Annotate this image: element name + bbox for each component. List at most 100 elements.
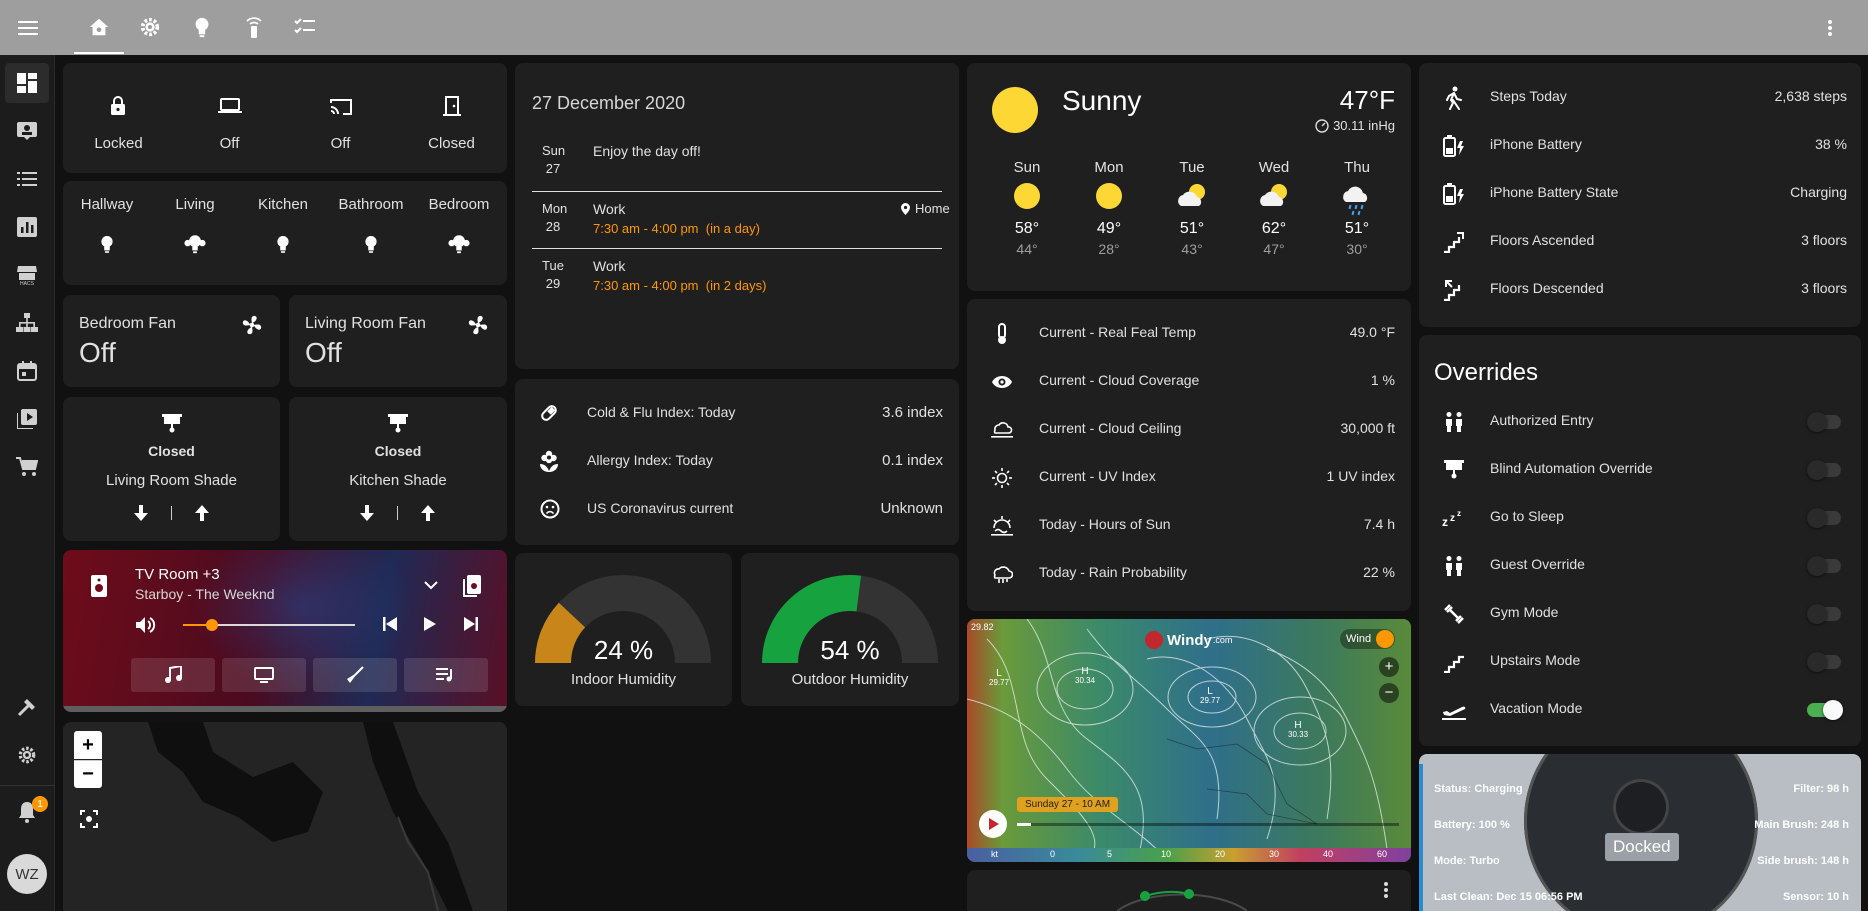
humidity-value: 24 %: [593, 635, 654, 665]
override-toggle[interactable]: [1807, 508, 1841, 528]
light-living[interactable]: Living: [151, 181, 239, 285]
sidebar-item-network[interactable]: [5, 303, 49, 343]
windy-zoom-in[interactable]: +: [1379, 657, 1399, 677]
arrow-up-button[interactable]: [195, 505, 209, 521]
sidebar-item-settings[interactable]: [5, 735, 49, 775]
laptop-icon: [218, 98, 242, 113]
tab-lights[interactable]: [188, 13, 216, 41]
sidebar-item-notifications[interactable]: 1: [5, 792, 49, 832]
status-tile-door[interactable]: Closed: [396, 63, 507, 173]
windy-zoom-out[interactable]: −: [1379, 683, 1399, 703]
index-row[interactable]: Cold & Flu Index: Today 3.6 index: [515, 393, 959, 433]
focus-icon[interactable]: [80, 810, 98, 828]
pressure-type: L: [1207, 686, 1213, 697]
condition-row[interactable]: Current - UV Index 1 UV index: [967, 457, 1411, 497]
override-toggle[interactable]: [1807, 652, 1841, 672]
override-row: Authorized Entry: [1419, 401, 1861, 441]
condition-row[interactable]: Current - Real Feal Temp 49.0 °F: [967, 313, 1411, 353]
entry-day: 27: [545, 161, 561, 176]
skip-next-icon[interactable]: [464, 617, 478, 631]
chevron-down-icon[interactable]: [424, 580, 438, 590]
vacuum-card[interactable]: Status: Charging Battery: 100 % Mode: Tu…: [1419, 754, 1861, 911]
stat-row[interactable]: Floors Descended 3 floors: [1419, 269, 1861, 309]
more-vert-icon[interactable]: [1383, 881, 1389, 899]
override-toggle[interactable]: [1807, 604, 1841, 624]
stat-row[interactable]: iPhone Battery 38 %: [1419, 125, 1861, 165]
override-toggle[interactable]: [1807, 700, 1843, 720]
source-broom-button[interactable]: [313, 658, 397, 692]
fan-icon: [468, 315, 488, 335]
tab-home[interactable]: [85, 13, 113, 41]
windy-brand: Windy: [1167, 631, 1212, 649]
tab-settings[interactable]: [136, 13, 164, 41]
sidebar-item-logbook[interactable]: [5, 159, 49, 199]
map-card[interactable]: + −: [63, 722, 507, 911]
arrow-down-button[interactable]: [360, 505, 374, 521]
light-bedroom[interactable]: Bedroom: [415, 181, 503, 285]
source-music-button[interactable]: [131, 658, 215, 692]
zoom-in-button[interactable]: +: [74, 731, 102, 759]
sidebar-divider: [0, 785, 55, 786]
arrow-down-button[interactable]: [134, 505, 148, 521]
condition-row[interactable]: Current - Cloud Coverage 1 %: [967, 361, 1411, 401]
windy-play-button[interactable]: [979, 810, 1007, 838]
stat-row[interactable]: iPhone Battery State Charging: [1419, 173, 1861, 213]
indoor-humidity-card[interactable]: 24 % Indoor Humidity: [515, 553, 732, 706]
zoom-out-button[interactable]: −: [74, 760, 102, 788]
source-playlist-button[interactable]: [404, 658, 488, 692]
tab-remote[interactable]: [240, 13, 268, 41]
source-tv-button[interactable]: [222, 658, 306, 692]
sidebar-item-history[interactable]: [5, 207, 49, 247]
sidebar-item-profile[interactable]: [5, 111, 49, 151]
sidebar-item-overview[interactable]: [5, 63, 49, 103]
svg-text:z: z: [1457, 509, 1461, 518]
sidebar-item-shopping[interactable]: [5, 447, 49, 487]
pressure-label: L 29.77: [1200, 686, 1220, 706]
stat-row[interactable]: Steps Today 2,638 steps: [1419, 77, 1861, 117]
play-icon[interactable]: [424, 617, 436, 631]
sidebar-item-developer-tools[interactable]: [5, 687, 49, 727]
fan-card-living-room[interactable]: Living Room Fan Off: [289, 295, 507, 387]
calendar-entry[interactable]: Sun 27 Enjoy the day off!: [532, 143, 959, 191]
sidebar-item-hacs[interactable]: HACS: [5, 255, 49, 295]
volume-icon[interactable]: [136, 616, 156, 634]
override-toggle[interactable]: [1807, 412, 1841, 432]
avatar[interactable]: WZ: [7, 854, 47, 894]
light-kitchen[interactable]: Kitchen: [239, 181, 327, 285]
status-tile-lock[interactable]: Locked: [63, 63, 174, 173]
sidebar-item-media[interactable]: [5, 399, 49, 439]
override-toggle[interactable]: [1807, 460, 1841, 480]
windy-map-card[interactable]: 29.82 L 29.77 H 30.34 L 29.77 H 30.33 Windy.…: [967, 619, 1411, 862]
windy-timeline[interactable]: [1017, 823, 1399, 826]
tab-checklist[interactable]: [291, 13, 319, 41]
index-row[interactable]: US Coronavirus current Unknown: [515, 489, 959, 529]
condition-row[interactable]: Today - Hours of Sun 7.4 h: [967, 505, 1411, 545]
fan-card-bedroom[interactable]: Bedroom Fan Off: [63, 295, 280, 387]
condition-row[interactable]: Current - Cloud Ceiling 30,000 ft: [967, 409, 1411, 449]
arrow-up-button[interactable]: [421, 505, 435, 521]
volume-slider[interactable]: [183, 619, 355, 631]
weather-card[interactable]: Sunny 47°F 30.11 inHg Sun 58° 44° Mon 49…: [967, 63, 1411, 291]
stat-row[interactable]: Floors Ascended 3 floors: [1419, 221, 1861, 261]
menu-button[interactable]: [14, 14, 42, 42]
index-row[interactable]: Allergy Index: Today 0.1 index: [515, 441, 959, 481]
speaker-group-icon[interactable]: [463, 575, 481, 597]
entry-location[interactable]: Home: [901, 201, 950, 216]
windy-layer-selector[interactable]: Wind: [1340, 629, 1396, 649]
sidebar-item-calendar[interactable]: [5, 351, 49, 391]
calendar-entry[interactable]: Mon 28 Work 7:30 am - 4:00 pm (in a day)…: [532, 201, 959, 249]
calendar-entry[interactable]: Tue 29 Work 7:30 am - 4:00 pm (in 2 days…: [532, 258, 959, 306]
outdoor-humidity-card[interactable]: 54 % Outdoor Humidity: [741, 553, 959, 706]
override-label: Guest Override: [1490, 556, 1585, 572]
condition-row[interactable]: Today - Rain Probability 22 %: [967, 553, 1411, 593]
status-tile-laptop[interactable]: Off: [174, 63, 285, 173]
light-bathroom[interactable]: Bathroom: [327, 181, 415, 285]
override-toggle[interactable]: [1807, 556, 1841, 576]
more-button[interactable]: [1820, 14, 1840, 42]
status-tile-cast[interactable]: Off: [285, 63, 396, 173]
override-row: Vacation Mode: [1419, 689, 1861, 729]
skip-previous-icon[interactable]: [383, 617, 397, 631]
partly-cloudy-icon: [1244, 182, 1304, 218]
blind-icon: [388, 414, 408, 433]
light-hallway[interactable]: Hallway: [63, 181, 151, 285]
